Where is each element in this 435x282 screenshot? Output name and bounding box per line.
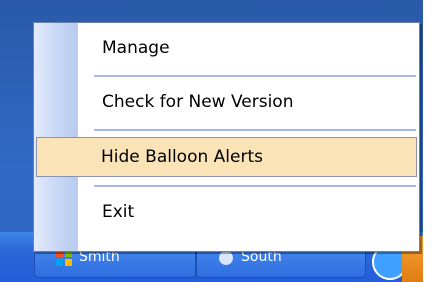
- menu-item-manage[interactable]: Manage: [78, 29, 418, 69]
- menu-separator: [94, 129, 416, 131]
- menu-separator: [94, 75, 416, 77]
- menu-item-exit[interactable]: Exit: [78, 193, 418, 233]
- menu-separator: [94, 185, 416, 187]
- menu-item-hide-balloon-alerts[interactable]: Hide Balloon Alerts: [36, 137, 417, 177]
- menu-item-label: Check for New Version: [102, 92, 294, 112]
- menu-item-label: Exit: [102, 202, 135, 222]
- menu-item-label: Hide Balloon Alerts: [101, 147, 263, 167]
- screen-edge: [423, 0, 435, 282]
- menu-item-label: Manage: [102, 38, 170, 58]
- context-menu: Manage Check for New Version Hide Balloo…: [33, 22, 420, 252]
- menu-item-check-for-new-version[interactable]: Check for New Version: [78, 83, 418, 123]
